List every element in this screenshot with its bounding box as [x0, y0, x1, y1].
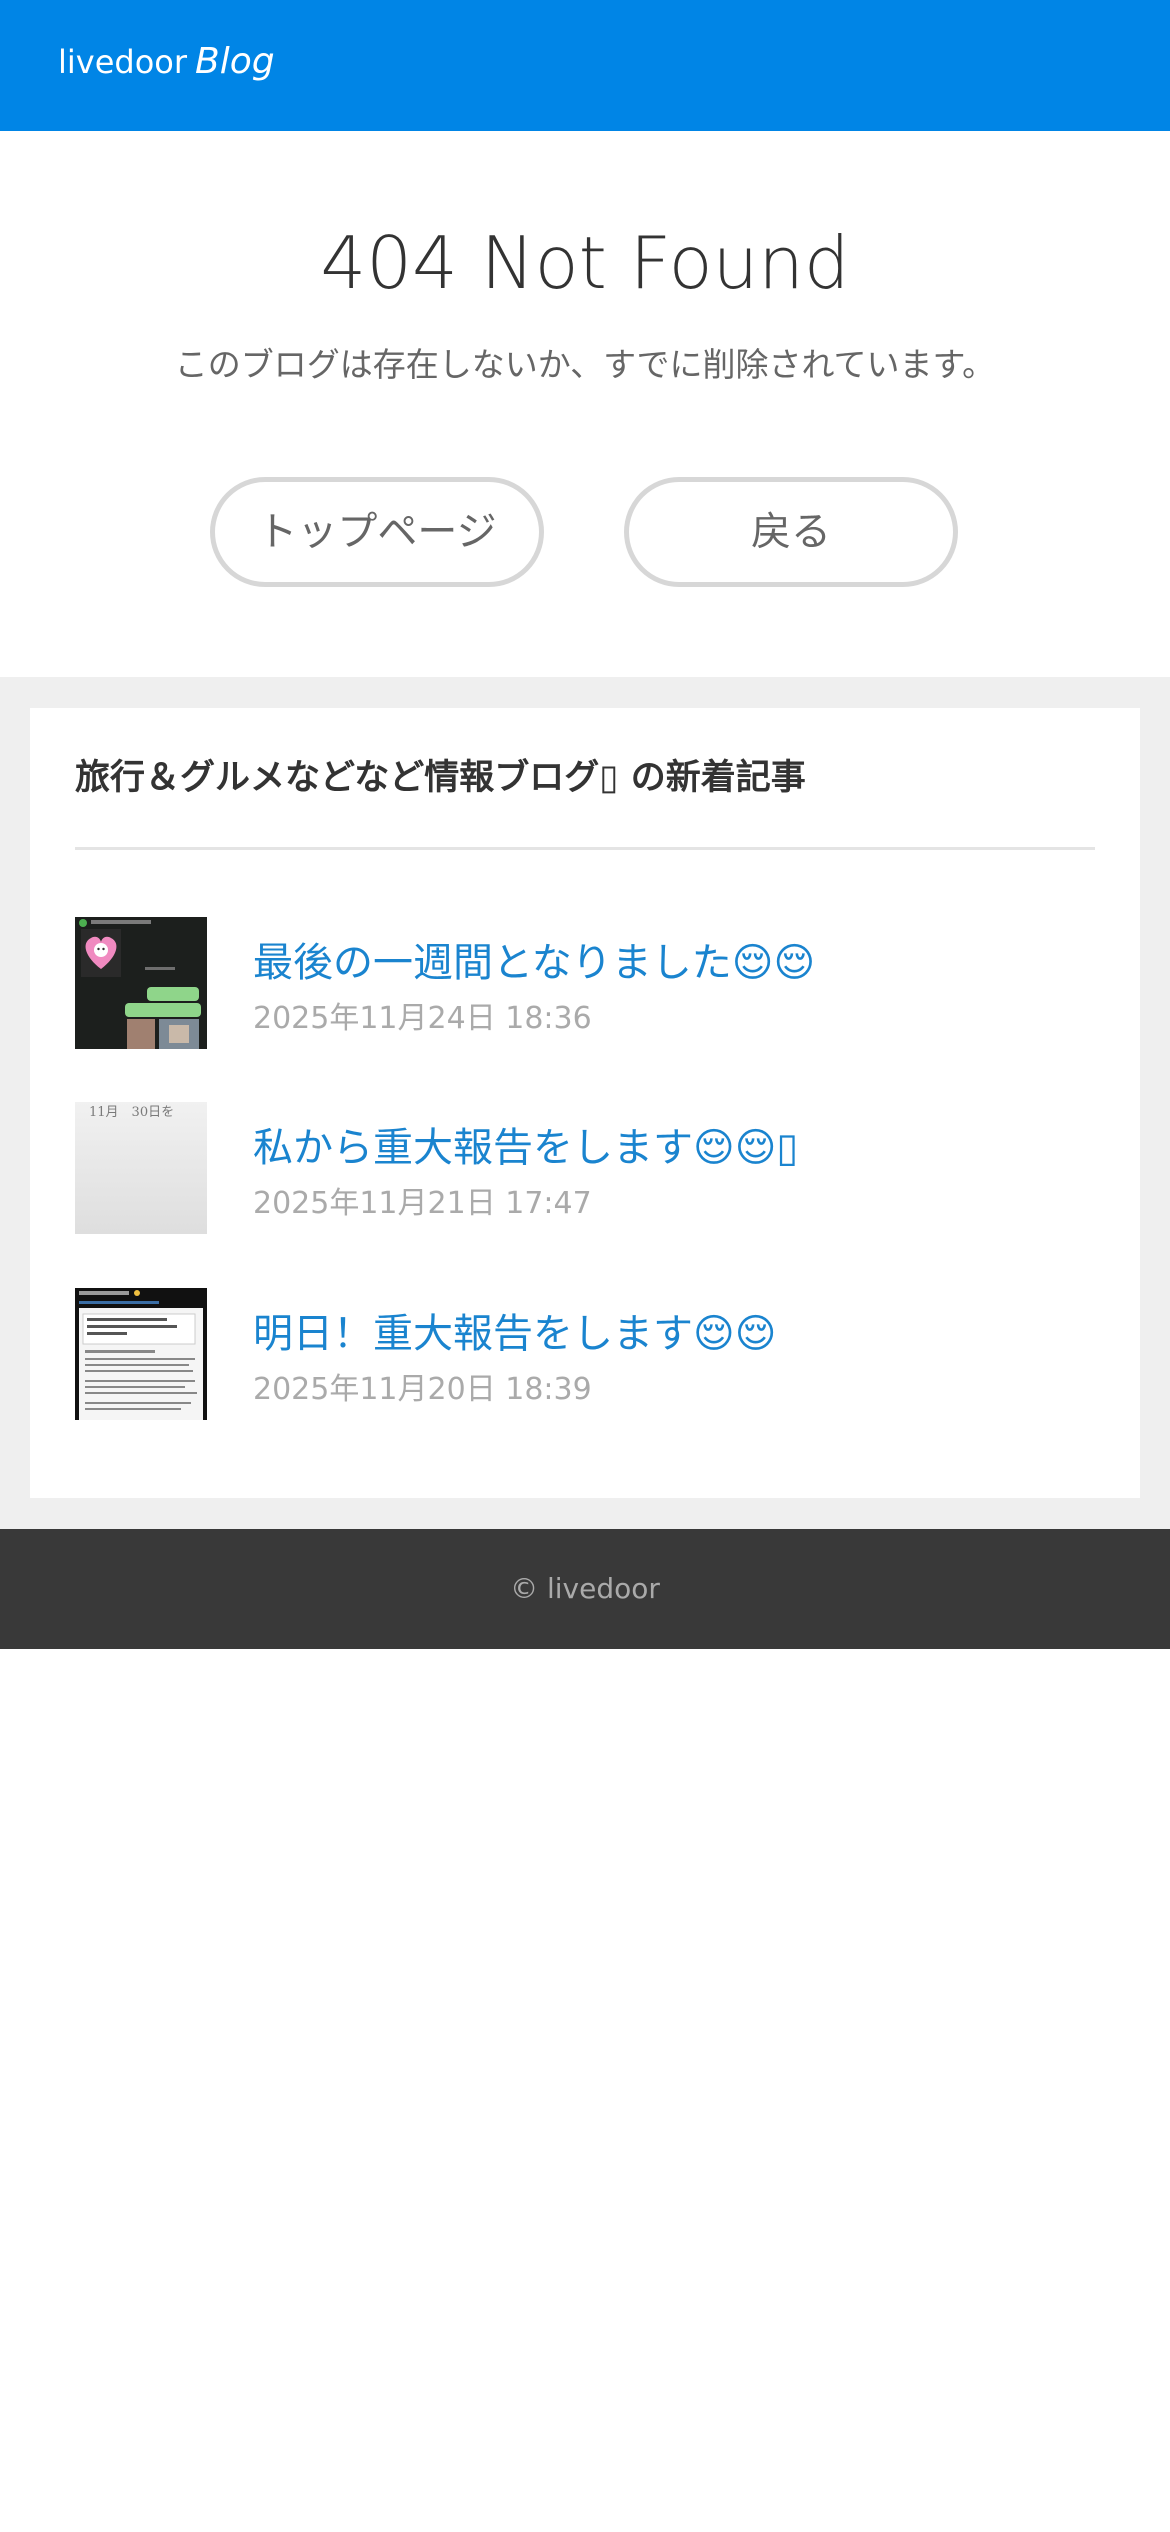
error-title: 404 Not Found — [320, 221, 850, 305]
copyright: © livedoor — [510, 1572, 660, 1605]
error-message: このブログは存在しないか、すでに削除されています。 — [174, 345, 996, 384]
article-date: 2025年11月20日 18:39 — [253, 1372, 592, 1407]
article-title[interactable]: 最後の一週間となりました😌😌 — [253, 937, 815, 989]
article-date: 2025年11月24日 18:36 — [253, 1001, 592, 1036]
livedoor-blog-logo[interactable]: livedoor Blog — [58, 40, 275, 84]
article-item[interactable]: 明日！重大報告をします😌😌 2025年11月20日 18:39 — [75, 1288, 1095, 1420]
logo-blog-text: Blog — [195, 41, 275, 82]
article-date: 2025年11月21日 17:47 — [253, 1186, 592, 1221]
site-footer: © livedoor — [0, 1529, 1170, 1649]
article-item[interactable]: 11月 30日を 私から重大報告をします😌😌▯ 2025年11月21日 17:4… — [75, 1102, 1095, 1234]
article-title[interactable]: 私から重大報告をします😌😌▯ — [253, 1122, 798, 1174]
recent-articles-heading: 旅行＆グルメなどなど情報ブログ▯ の新着記事 — [75, 758, 806, 798]
top-page-button[interactable]: トップページ — [210, 477, 544, 587]
chat-screenshot-thumbnail[interactable] — [75, 917, 207, 1049]
site-header: livedoor Blog — [0, 0, 1170, 131]
article-item[interactable]: 最後の一週間となりました😌😌 2025年11月24日 18:36 — [75, 917, 1095, 1049]
logo-main-text: livedoor — [58, 43, 188, 81]
calendar-note-thumbnail[interactable]: 11月 30日を — [75, 1102, 207, 1234]
back-button[interactable]: 戻る — [624, 477, 958, 587]
article-screenshot-thumbnail[interactable] — [75, 1288, 207, 1420]
heading-divider — [75, 847, 1095, 850]
thumbnail-text: 11月 30日を — [89, 1105, 174, 1120]
recent-articles-card: 旅行＆グルメなどなど情報ブログ▯ の新着記事 最後の一週間となりました😌😌 20… — [30, 708, 1140, 1498]
article-title[interactable]: 明日！重大報告をします😌😌 — [253, 1308, 776, 1360]
